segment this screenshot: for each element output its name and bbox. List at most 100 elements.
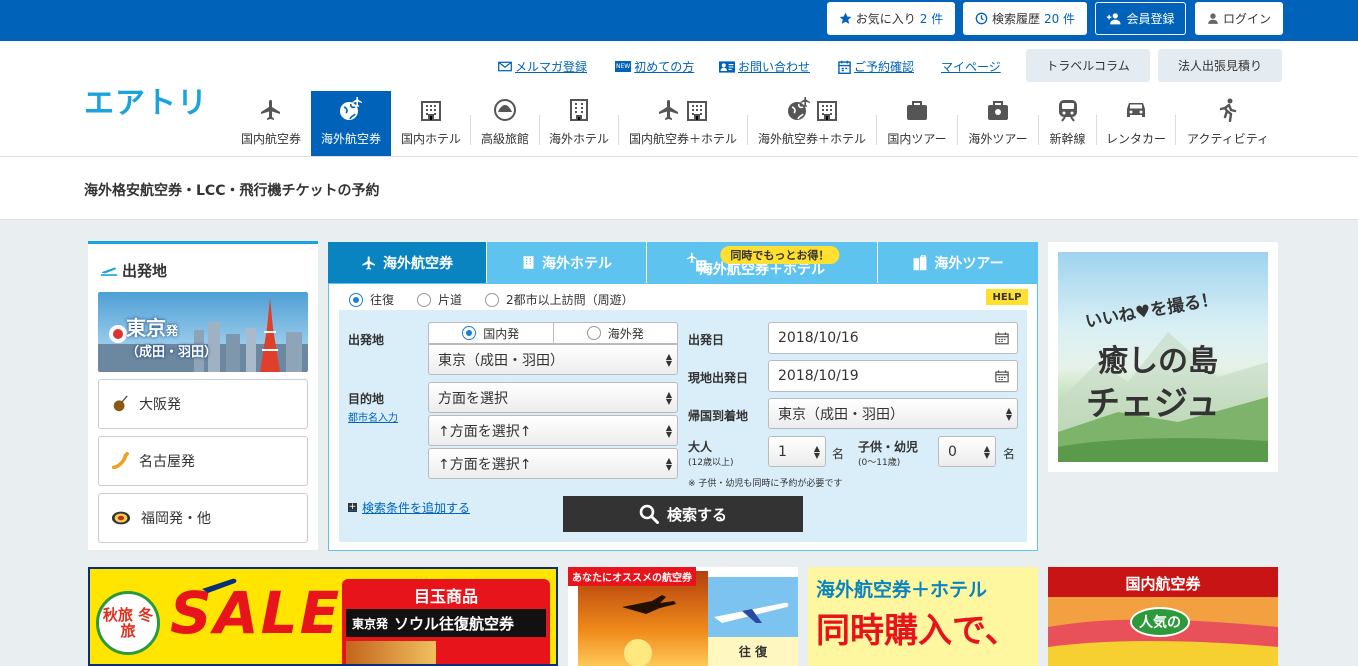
onsen-icon [494,99,516,121]
return-arrival-label: 帰国到着地 [688,409,749,423]
takoyaki-icon [113,395,128,412]
nav-international-hotels[interactable]: 海外ホテル [540,91,618,157]
destination-select-2[interactable]: ↑方面を選択↑ ▲ ▼ [428,415,678,446]
origin-overseas-radio[interactable]: 海外発 [552,323,678,343]
recommended-flights-banner[interactable]: あなたにオススメの航空券 往 復 [568,567,798,666]
radio-dot [462,326,477,340]
nav-domestic-flights[interactable]: 国内航空券 [232,91,310,157]
destination-label: 目的地 [348,392,385,406]
nav-international-flights[interactable]: 海外航空券 [311,91,391,157]
city-building-icon [570,99,588,121]
origin-domestic-radio[interactable]: 国内発 [429,323,553,343]
search-icon [639,504,659,524]
depart-date-label: 出発日 [688,333,725,347]
calendar-icon [995,370,1009,383]
newsletter-link[interactable]: メルマガ登録 [498,58,587,75]
osaka-departure-button[interactable]: 大阪発 [98,379,308,429]
fukuoka-departure-button[interactable]: 福岡発・他 [98,493,308,543]
nav-international-flight-hotel[interactable]: 海外航空券＋ホテル [748,91,876,157]
car-icon [1127,103,1145,117]
nav-domestic-tours[interactable]: 国内ツアー [877,91,957,157]
trip-multicity-radio[interactable]: 2都市以上訪問（周遊） [485,291,634,308]
ad-title-line1: 癒しの島 [1098,344,1218,379]
local-depart-date-input[interactable]: 2018/10/19 [768,360,1018,392]
reservation-check-link[interactable]: ご予約確認 [838,58,914,75]
mypage-link[interactable]: マイページ [941,58,1001,75]
destination-select-3[interactable]: ↑方面を選択↑ ▲ ▼ [428,448,678,479]
travel-bag-icon [988,101,1008,120]
hotel-building-icon [421,101,441,121]
departure-title: 出発地 [100,260,167,281]
trip-roundtrip-radio[interactable]: 往復 [349,291,394,308]
tokyo-departure-card[interactable]: 東京発 （成田・羽田） [98,292,308,372]
adult-age-note: (12歳以上) [688,458,734,468]
nav-international-tours[interactable]: 海外ツアー [958,91,1038,157]
trip-oneway-radio[interactable]: 片道 [417,291,462,308]
airplane-icon [202,578,237,593]
plus-icon: + [348,502,357,512]
travel-column-button[interactable]: トラベルコラム [1026,49,1150,82]
header-divider [0,156,1358,157]
corporate-quote-button[interactable]: 法人出張見積り [1158,49,1282,82]
running-person-icon [1219,98,1237,122]
nav-domestic-flight-hotel[interactable]: 国内航空券＋ホテル [619,91,747,157]
page-title: 海外格安航空券・LCC・飛行機チケットの予約 [84,183,380,199]
city-name-input-link[interactable]: 都市名入力 [348,409,398,424]
user-icon [1208,13,1218,24]
child-label: 子供・幼児 [858,440,919,454]
origin-select[interactable]: 東京（成田・羽田） ▲ ▼ [428,344,678,375]
hotel-building-icon [523,256,534,269]
nav-shinkansen[interactable]: 新幹線 [1039,91,1096,157]
nav-rental-car[interactable]: レンタカー [1097,91,1175,157]
depart-date-input[interactable]: 2018/10/16 [768,322,1018,354]
login-button[interactable]: ログイン [1195,2,1283,35]
calendar-icon [995,332,1009,345]
destination-select-1[interactable]: 方面を選択 ▲ ▼ [428,382,678,413]
featured-heading: 目玉商品 [413,587,478,606]
globe-plane-icon [340,97,362,120]
search-tabs: 海外航空券 海外ホテル 同時でもっとお得！ 海外航空券＋ホテル 海外ツアー [328,242,1038,283]
tab-international-flights[interactable]: 海外航空券 [328,242,487,283]
suitcase-icon [907,101,927,120]
search-button[interactable]: 検索する [563,496,803,532]
radio-dot [417,292,431,307]
luggage-icon [914,254,927,270]
adult-count-select[interactable]: 1 ▲ ▼ [768,436,826,467]
roundtrip-label: 往 復 [708,637,798,666]
tokyo-label: 東京発 （成田・羽田） [126,316,218,360]
autumn-sale-banner[interactable]: 秋旅 冬旅 SALE 目玉商品 東京発 ソウル往復航空券 [88,567,558,666]
nav-domestic-hotels[interactable]: 国内ホテル [392,91,470,157]
radio-dot [485,292,499,307]
site-logo[interactable]: エアトリ [84,78,208,122]
register-button[interactable]: 会員登録 [1095,2,1186,35]
help-button[interactable]: HELP [986,289,1028,305]
domestic-flights-banner[interactable]: 国内航空券 人気の [1048,567,1278,666]
contact-link[interactable]: お問い合わせ [719,58,810,75]
origin-type-toggle: 国内発 海外発 [428,322,678,344]
history-button[interactable]: 検索履歴 20 件 [963,2,1087,35]
favorites-button[interactable]: お気に入り 2 件 [827,2,955,35]
autumn-winter-tag: 秋旅 冬旅 [96,591,160,655]
radio-dot [586,326,601,340]
first-time-link[interactable]: NEW 初めての方 [615,58,694,75]
nagoya-departure-button[interactable]: 名古屋発 [98,436,308,486]
domestic-heading: 国内航空券 [1125,575,1201,593]
jeju-ad-banner[interactable]: いいね♥を撮る！ 癒しの島 チェジュ [1048,242,1278,472]
fried-shrimp-icon [111,452,129,470]
tab-promo-badge: 同時でもっとお得！ [720,246,840,264]
globe-plane-icon [787,97,810,120]
hotel-building-icon [816,101,837,121]
select-arrows-icon: ▲ ▼ [665,423,672,439]
tab-international-hotels[interactable]: 海外ホテル [487,242,647,283]
adult-unit: 名 [832,447,845,461]
tab-international-tours[interactable]: 海外ツアー [878,242,1038,283]
flight-hotel-bundle-banner[interactable]: 海外航空券＋ホテル 同時購入で、 [808,567,1038,666]
child-count-select[interactable]: 0 ▲ ▼ [938,436,996,467]
return-arrival-select[interactable]: 東京（成田・羽田） ▲ ▼ [768,398,1018,429]
nav-activities[interactable]: アクティビティ [1176,91,1280,157]
add-search-conditions-link[interactable]: + 検索条件を追加する [348,499,470,516]
nav-luxury-ryokan[interactable]: 高級旅館 [471,91,539,157]
tab-international-flight-hotel[interactable]: 同時でもっとお得！ 海外航空券＋ホテル [647,242,878,283]
featured-detail: 東京発 ソウル往復航空券 [346,609,546,637]
top-bar: お気に入り 2 件 検索履歴 20 件 会員登録 ログイン [0,0,1358,41]
